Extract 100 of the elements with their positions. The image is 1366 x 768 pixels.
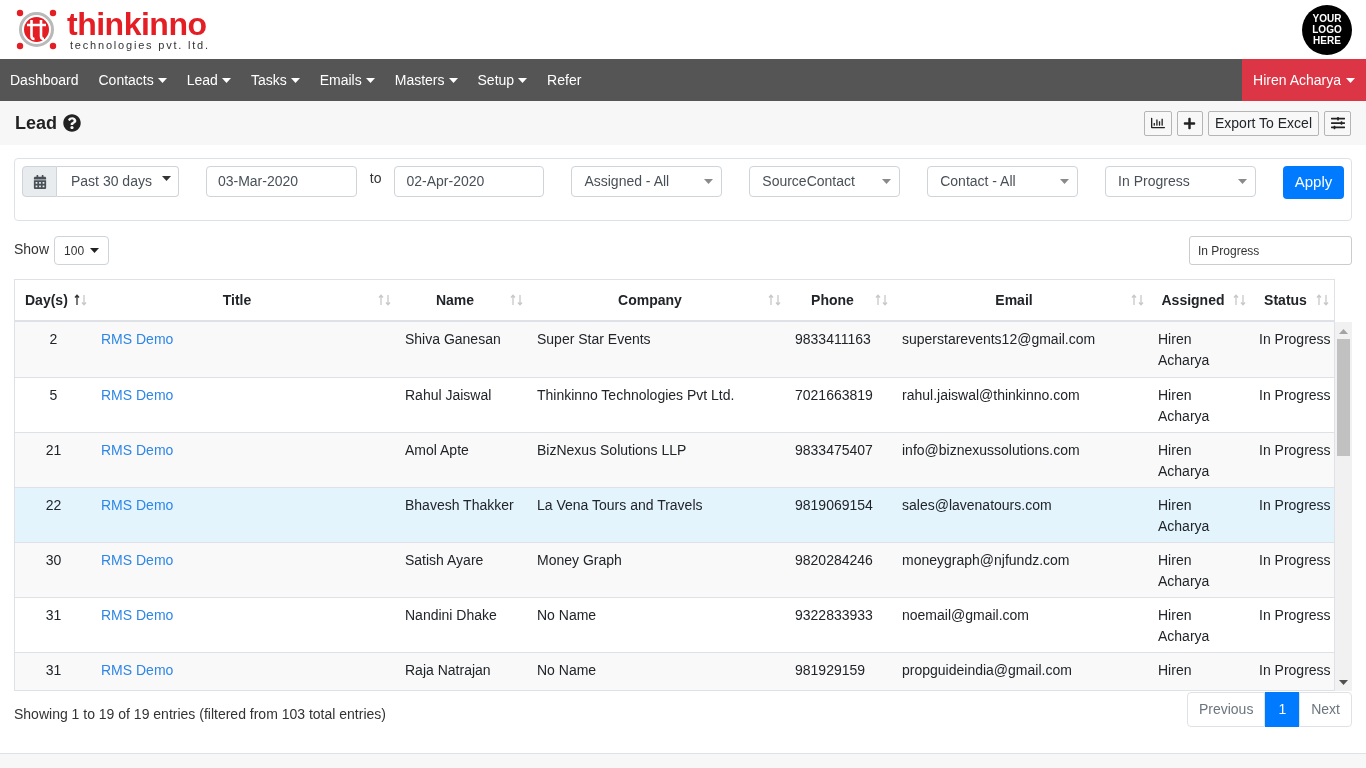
- nav-menu-item[interactable]: Setup: [467, 59, 538, 101]
- assigned-cell: Hiren Acharya: [1158, 552, 1210, 589]
- table-row[interactable]: 21 RMS Demo Amol Apte BizNexus Solutions LLP 9833475407 info@biznexussolutions.com Hiren Acharya In Progress: [15, 432, 1334, 487]
- nav-menu-item[interactable]: Contacts: [88, 59, 177, 101]
- table-row[interactable]: 30 RMS Demo Satish Ayare Money Graph 9820284246 moneygraph@njfundz.com Hiren Acharya In Progress: [15, 542, 1334, 597]
- table-info-text: Showing 1 to 19 of 19 entries (filtered from 103 total entries): [14, 705, 386, 724]
- phone-cell: 9819069154: [795, 497, 873, 513]
- sliders-button[interactable]: [1324, 110, 1351, 136]
- plus-icon: [1183, 116, 1197, 130]
- company-cell: Thinkinno Technologies Pvt Ltd.: [537, 387, 735, 403]
- logo-text: YOUR LOGO HERE: [1311, 13, 1343, 46]
- email-cell: propguideindia@gmail.com: [902, 662, 1072, 678]
- days-cell: 30: [45, 552, 62, 568]
- scrollbar[interactable]: [1335, 322, 1352, 691]
- nav-menu-item[interactable]: Lead: [176, 59, 241, 101]
- table-row[interactable]: 2 RMS Demo Shiva Ganesan Super Star Events 9833411163 superstarevents12@gmail.com Hiren Acharya In Progress: [15, 322, 1334, 377]
- caret-icon: [1238, 179, 1247, 184]
- add-button[interactable]: [1177, 110, 1203, 136]
- company-cell: Money Graph: [537, 552, 622, 568]
- company-cell: Super Star Events: [537, 331, 651, 347]
- status-cell: In Progress: [1259, 607, 1331, 623]
- caret-icon: [882, 179, 892, 184]
- days-cell: 5: [49, 387, 58, 403]
- chart-button[interactable]: [1144, 110, 1172, 136]
- table-row[interactable]: 31 RMS Demo Raja Natrajan No Name 981929159 propguideindia@gmail.com Hiren In Progress: [15, 652, 1334, 690]
- status-cell: In Progress: [1259, 331, 1331, 347]
- page-length-select[interactable]: 100: [54, 236, 110, 265]
- nav-menu-item[interactable]: Dashboard: [0, 59, 89, 101]
- filter-select[interactable]: SourceContact: [749, 166, 901, 197]
- filter-select[interactable]: In Progress: [1105, 166, 1256, 197]
- scroll-down-arrow-icon[interactable]: [1339, 680, 1348, 685]
- days-cell: 21: [45, 442, 62, 458]
- name-cell: Bhavesh Thakker: [405, 497, 514, 513]
- date-range-select[interactable]: Past 30 days: [57, 166, 179, 197]
- filter-select[interactable]: Assigned - All: [571, 166, 723, 197]
- caret-icon: [704, 179, 714, 184]
- bar-chart-icon: [1151, 116, 1165, 130]
- name-cell: Shiva Ganesan: [405, 331, 501, 347]
- brand-tagline: technologies pvt. ltd.: [70, 40, 210, 51]
- days-cell: 31: [45, 607, 62, 623]
- company-cell: La Vena Tours and Travels: [537, 497, 703, 513]
- scrollbar-thumb[interactable]: [1337, 339, 1350, 456]
- phone-cell: 9833411163: [795, 331, 871, 347]
- phone-cell: 981929159: [795, 662, 866, 678]
- days-cell: 2: [49, 331, 58, 347]
- lead-title-link[interactable]: RMS Demo: [101, 607, 174, 623]
- nav-menu-item[interactable]: Refer: [537, 59, 592, 101]
- page-title: Lead: [15, 111, 57, 135]
- apply-button[interactable]: Apply: [1283, 166, 1344, 199]
- phone-cell: 9833475407: [795, 442, 873, 458]
- name-cell: Amol Apte: [405, 442, 469, 458]
- help-icon[interactable]: [63, 114, 81, 132]
- column-header[interactable]: Company: [618, 289, 682, 311]
- column-header[interactable]: Name: [435, 289, 475, 311]
- days-cell: 22: [45, 497, 62, 513]
- name-cell: Nandini Dhake: [405, 607, 497, 623]
- nav-menu-item[interactable]: Emails: [309, 59, 385, 101]
- assigned-cell: Hiren Acharya: [1158, 607, 1210, 644]
- column-header[interactable]: Email: [995, 289, 1033, 311]
- nav-menu-item[interactable]: Masters: [384, 59, 468, 101]
- user-menu-button[interactable]: Hiren Acharya: [1242, 59, 1366, 101]
- date-range-separator: to: [369, 169, 382, 188]
- status-cell: In Progress: [1259, 497, 1331, 513]
- company-cell: No Name: [537, 662, 597, 678]
- status-cell: In Progress: [1259, 442, 1331, 458]
- column-header[interactable]: Status: [1264, 289, 1307, 311]
- logo-icon: [16, 9, 57, 50]
- company-cell: BizNexus Solutions LLP: [537, 442, 687, 458]
- caret-icon: [161, 176, 171, 181]
- date-field[interactable]: 03-Mar-2020: [205, 166, 357, 197]
- column-header[interactable]: Phone: [811, 289, 854, 311]
- company-cell: No Name: [537, 607, 597, 623]
- lead-title-link[interactable]: RMS Demo: [101, 662, 174, 678]
- column-header[interactable]: Assigned: [1161, 289, 1225, 311]
- column-header[interactable]: Title: [222, 289, 252, 311]
- search-field[interactable]: In Progress: [1189, 236, 1352, 265]
- calendar-icon: [32, 174, 47, 189]
- assigned-cell: Hiren Acharya: [1158, 497, 1210, 534]
- phone-cell: 9322833933: [795, 607, 873, 623]
- name-cell: Satish Ayare: [405, 552, 484, 568]
- export-button[interactable]: Export To Excel: [1208, 110, 1319, 136]
- lead-title-link[interactable]: RMS Demo: [101, 331, 174, 347]
- email-cell: info@biznexussolutions.com: [902, 442, 1080, 458]
- assigned-cell: Hiren Acharya: [1158, 331, 1210, 368]
- pagination-button[interactable]: 1: [1265, 692, 1300, 727]
- assigned-cell: Hiren Acharya: [1158, 387, 1210, 424]
- email-cell: moneygraph@njfundz.com: [902, 552, 1070, 568]
- status-cell: In Progress: [1259, 387, 1331, 403]
- lead-title-link[interactable]: RMS Demo: [101, 442, 174, 458]
- lead-title-link[interactable]: RMS Demo: [101, 387, 174, 403]
- name-cell: Rahul Jaiswal: [405, 387, 492, 403]
- email-cell: noemail@gmail.com: [902, 607, 1030, 623]
- filter-select[interactable]: Contact - All: [927, 166, 1079, 197]
- date-field[interactable]: 02-Apr-2020: [394, 166, 545, 197]
- column-header[interactable]: Day(s): [25, 289, 68, 311]
- lead-title-link[interactable]: RMS Demo: [101, 552, 174, 568]
- show-label: Show: [14, 239, 50, 259]
- table-row[interactable]: 22 RMS Demo Bhavesh Thakker La Vena Tours and Travels 9819069154 sales@lavenatours.com Hiren Acharya In Progress: [15, 487, 1334, 542]
- email-cell: superstarevents12@gmail.com: [902, 331, 1096, 347]
- nav-menu-item[interactable]: Tasks: [240, 59, 310, 101]
